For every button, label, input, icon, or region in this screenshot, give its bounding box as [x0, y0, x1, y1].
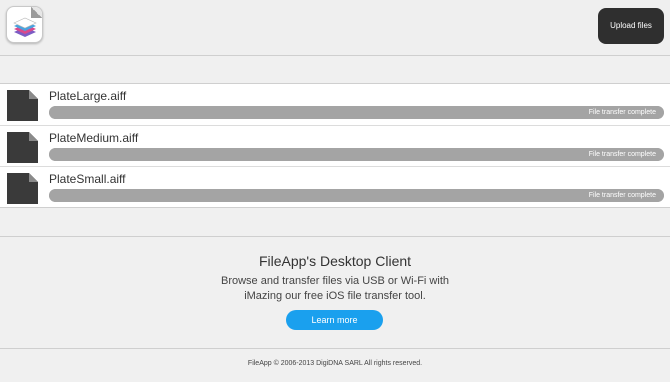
document-icon — [7, 173, 38, 205]
file-row[interactable]: PlateMedium.aiff File transfer complete — [0, 126, 670, 168]
document-icon — [7, 131, 38, 163]
progress-bar: File transfer complete — [49, 147, 664, 161]
file-row[interactable]: PlateLarge.aiff File transfer complete — [0, 84, 670, 126]
desktop-client-promo: FileApp's Desktop Client Browse and tran… — [0, 236, 670, 349]
progress-bar: File transfer complete — [49, 106, 664, 119]
promo-title: FileApp's Desktop Client — [258, 253, 412, 269]
progress-status: File transfer complete — [588, 192, 656, 200]
file-list: PlateLarge.aiff File transfer complete P… — [0, 83, 670, 208]
file-name: PlateSmall.aiff — [49, 172, 126, 187]
progress-status: File transfer complete — [588, 150, 656, 158]
fileapp-logo-icon[interactable] — [6, 6, 43, 43]
top-bar: Upload files — [0, 0, 670, 56]
file-name: PlateLarge.aiff — [49, 89, 127, 103]
progress-status: File transfer complete — [588, 109, 656, 116]
file-row[interactable]: PlateSmall.aiff File transfer complete — [0, 167, 670, 209]
promo-description-line-2: iMazing our free iOS file transfer tool. — [244, 290, 426, 302]
promo-description-line-1: Browse and transfer files via USB or Wi-… — [220, 275, 449, 287]
progress-bar: File transfer complete — [49, 189, 664, 203]
upload-files-button[interactable]: Upload files — [598, 8, 664, 44]
learn-more-button[interactable]: Learn more — [286, 310, 383, 330]
footer-copyright: FileApp © 2006-2013 DigiDNA SARL All rig… — [247, 360, 423, 367]
file-name: PlateMedium.aiff — [49, 130, 139, 145]
document-icon — [7, 90, 38, 121]
